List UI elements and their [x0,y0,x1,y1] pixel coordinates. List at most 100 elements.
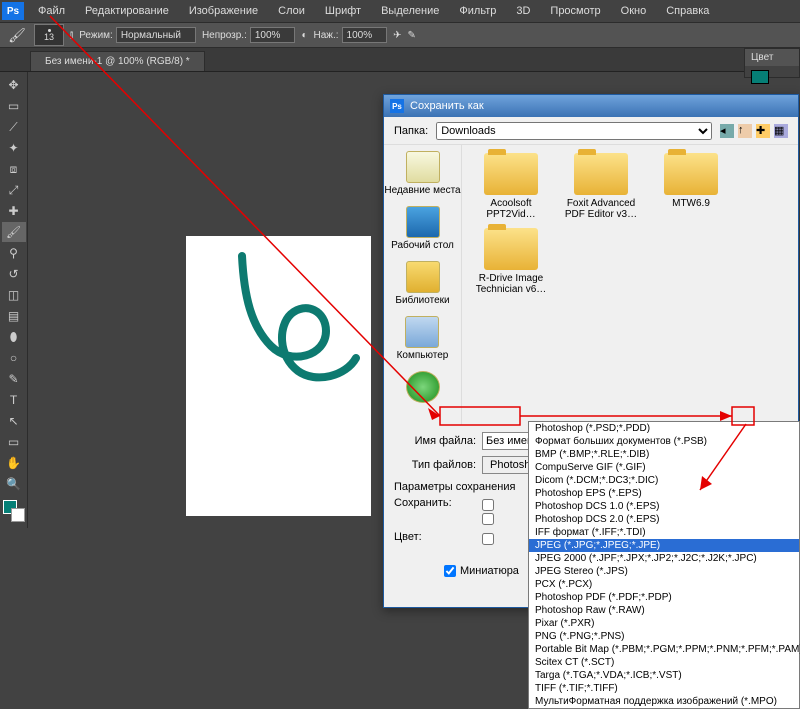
marquee-tool[interactable]: ▭ [2,96,26,116]
place-libraries[interactable]: Библиотеки [395,261,449,306]
filetype-option[interactable]: CompuServe GIF (*.GIF) [529,461,799,474]
toolbar: ✥ ▭ ⟋ ✦ ⧈ ⤢ ✚ 🖌 ⚲ ↺ ◫ ▤ ⬮ ○ ✎ T ↖ ▭ ✋ 🔍 [0,72,28,528]
menu-window[interactable]: Окно [611,0,657,22]
filetype-option[interactable]: Photoshop Raw (*.RAW) [529,604,799,617]
pressure-opacity-icon[interactable]: ◐ [301,30,307,41]
filetype-option[interactable]: Photoshop DCS 1.0 (*.EPS) [529,500,799,513]
filetype-option[interactable]: Targa (*.TGA;*.VDA;*.ICB;*.VST) [529,669,799,682]
wand-tool[interactable]: ✦ [2,138,26,158]
dialog-titlebar[interactable]: Ps Сохранить как [384,95,798,117]
place-recent[interactable]: Недавние места [384,151,460,196]
filetype-option[interactable]: Pixar (*.PXR) [529,617,799,630]
filetype-option[interactable]: МультиФорматная поддержка изображений (*… [529,695,799,708]
place-desktop[interactable]: Рабочий стол [391,206,454,251]
color-swatch[interactable] [751,70,769,84]
filetype-option[interactable]: IFF формат (*.IFF;*.TDI) [529,526,799,539]
menu-view[interactable]: Просмотр [540,0,610,22]
pressure-size-icon[interactable]: ✎ [407,30,415,41]
tabbar: Без имени-1 @ 100% (RGB/8) * [0,48,800,72]
place-computer[interactable]: Компьютер [397,316,449,361]
ps-icon: Ps [390,99,404,113]
optionbar: 🖌 13 ⫾ Режим: Нормальный Непрозр.: 100% … [0,22,800,48]
color-panel[interactable]: Цвет [744,48,800,78]
shape-tool[interactable]: ▭ [2,432,26,452]
filetype-option[interactable]: JPEG Stereo (*.JPS) [529,565,799,578]
document-tab[interactable]: Без имени-1 @ 100% (RGB/8) * [30,51,205,71]
airbrush-icon[interactable]: ✈ [393,30,401,41]
dodge-tool[interactable]: ○ [2,348,26,368]
opacity-label: Непрозр.: [202,30,247,41]
canvas[interactable] [186,236,371,516]
brush-tool[interactable]: 🖌 [2,222,26,242]
filetype-dropdown[interactable]: Photoshop (*.PSD;*.PDD)Формат больших до… [528,421,800,709]
folder-item[interactable]: Acoolsoft PPT2Vid… [470,153,552,220]
lasso-tool[interactable]: ⟋ [2,117,26,137]
save-opt-checkbox[interactable] [482,499,494,511]
hand-tool[interactable]: ✋ [2,453,26,473]
thumbnail-checkbox[interactable] [444,565,456,577]
blend-icon[interactable]: ⫾ [70,30,73,41]
folder-item[interactable]: R-Drive Image Technician v6… [470,228,552,295]
menu-type[interactable]: Шрифт [315,0,371,22]
filetype-option[interactable]: Dicom (*.DCM;*.DC3;*.DIC) [529,474,799,487]
color-opt-checkbox[interactable] [482,533,494,545]
menu-help[interactable]: Справка [656,0,719,22]
save-opt-checkbox[interactable] [482,513,494,525]
stamp-tool[interactable]: ⚲ [2,243,26,263]
views-icon[interactable]: ▦ [774,124,788,138]
folder-item[interactable]: MTW6.9 [650,153,732,220]
pen-tool[interactable]: ✎ [2,369,26,389]
background-color[interactable] [11,508,25,522]
brush-preview[interactable]: 13 [34,24,64,46]
filetype-option[interactable]: Photoshop EPS (*.EPS) [529,487,799,500]
type-tool[interactable]: T [2,390,26,410]
mode-label: Режим: [79,30,113,41]
save-section-label: Сохранить: [394,497,476,527]
menu-file[interactable]: Файл [28,0,75,22]
brush-icon: 🖌 [6,25,28,45]
filetype-option[interactable]: BMP (*.BMP;*.RLE;*.DIB) [529,448,799,461]
flow-input[interactable]: 100% [342,27,388,43]
menu-image[interactable]: Изображение [179,0,268,22]
up-icon[interactable]: ↑ [738,124,752,138]
menu-select[interactable]: Выделение [371,0,449,22]
filename-label: Имя файла: [394,435,476,447]
mode-select[interactable]: Нормальный [116,27,196,43]
folder-select[interactable]: Downloads [436,122,712,140]
file-listing[interactable]: Acoolsoft PPT2Vid… Foxit Advanced PDF Ed… [462,145,798,425]
eyedropper-tool[interactable]: ⤢ [2,180,26,200]
filetype-option[interactable]: Photoshop DCS 2.0 (*.EPS) [529,513,799,526]
path-tool[interactable]: ↖ [2,411,26,431]
crop-tool[interactable]: ⧈ [2,159,26,179]
filetype-option[interactable]: TIFF (*.TIF;*.TIFF) [529,682,799,695]
blur-tool[interactable]: ⬮ [2,327,26,347]
filetype-option[interactable]: PCX (*.PCX) [529,578,799,591]
place-network[interactable] [406,371,440,405]
filetype-option[interactable]: Photoshop PDF (*.PDF;*.PDP) [529,591,799,604]
color-panel-tab[interactable]: Цвет [745,49,799,66]
filetype-option[interactable]: Scitex CT (*.SCT) [529,656,799,669]
filetype-option[interactable]: Формат больших документов (*.PSB) [529,435,799,448]
menu-3d[interactable]: 3D [506,0,540,22]
color-swatches[interactable] [3,500,25,522]
ps-logo: Ps [2,2,24,20]
heal-tool[interactable]: ✚ [2,201,26,221]
filetype-option[interactable]: JPEG (*.JPG;*.JPEG;*.JPE) [529,539,799,552]
filetype-label: Тип файлов: [394,459,476,471]
back-icon[interactable]: ◂ [720,124,734,138]
eraser-tool[interactable]: ◫ [2,285,26,305]
folder-item[interactable]: Foxit Advanced PDF Editor v3… [560,153,642,220]
filetype-option[interactable]: Photoshop (*.PSD;*.PDD) [529,422,799,435]
filetype-option[interactable]: PNG (*.PNG;*.PNS) [529,630,799,643]
menu-layers[interactable]: Слои [268,0,315,22]
new-folder-icon[interactable]: ✚ [756,124,770,138]
gradient-tool[interactable]: ▤ [2,306,26,326]
menu-edit[interactable]: Редактирование [75,0,179,22]
opacity-input[interactable]: 100% [250,27,296,43]
filetype-option[interactable]: Portable Bit Map (*.PBM;*.PGM;*.PPM;*.PN… [529,643,799,656]
zoom-tool[interactable]: 🔍 [2,474,26,494]
filetype-option[interactable]: JPEG 2000 (*.JPF;*.JPX;*.JP2;*.J2C;*.J2K… [529,552,799,565]
menu-filter[interactable]: Фильтр [449,0,506,22]
move-tool[interactable]: ✥ [2,75,26,95]
history-brush[interactable]: ↺ [2,264,26,284]
